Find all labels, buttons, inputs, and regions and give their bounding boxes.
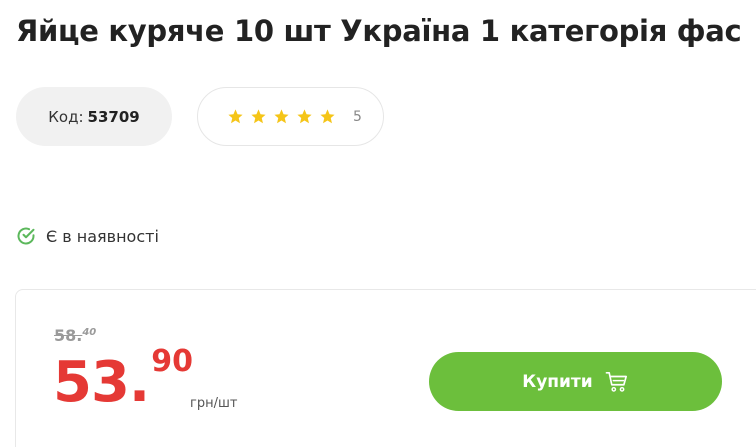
buy-button[interactable]: Купити: [429, 352, 722, 411]
star-icon: [274, 109, 289, 124]
star-icon: [297, 109, 312, 124]
product-code-value: 53709: [87, 107, 140, 126]
product-code-badge: Код: 53709: [16, 87, 172, 146]
availability-status: Є в наявності: [16, 226, 159, 246]
current-price: 53.90: [53, 344, 193, 415]
current-price-main: 53.: [53, 350, 150, 415]
current-price-cents: 90: [151, 344, 193, 379]
old-price: 58.40: [54, 326, 96, 345]
buy-button-label: Купити: [522, 371, 593, 392]
rating-count: 5: [353, 108, 362, 125]
star-icon: [251, 109, 266, 124]
price-unit: грн/шт: [190, 396, 238, 411]
old-price-cents: 40: [82, 327, 97, 338]
cart-icon: [605, 371, 627, 392]
check-circle-icon: [17, 227, 35, 245]
star-icon: [228, 109, 243, 124]
star-icon: [320, 109, 335, 124]
old-price-main: 58.: [54, 326, 83, 345]
product-code-label: Код:: [48, 107, 84, 126]
rating-badge[interactable]: 5: [197, 87, 384, 146]
price-card: 58.40 53.90 грн/шт Купити: [15, 289, 756, 447]
rating-stars: [227, 108, 336, 125]
availability-text: Є в наявності: [46, 226, 159, 246]
product-title: Яйце куряче 10 шт Україна 1 категорія фа…: [16, 14, 742, 48]
